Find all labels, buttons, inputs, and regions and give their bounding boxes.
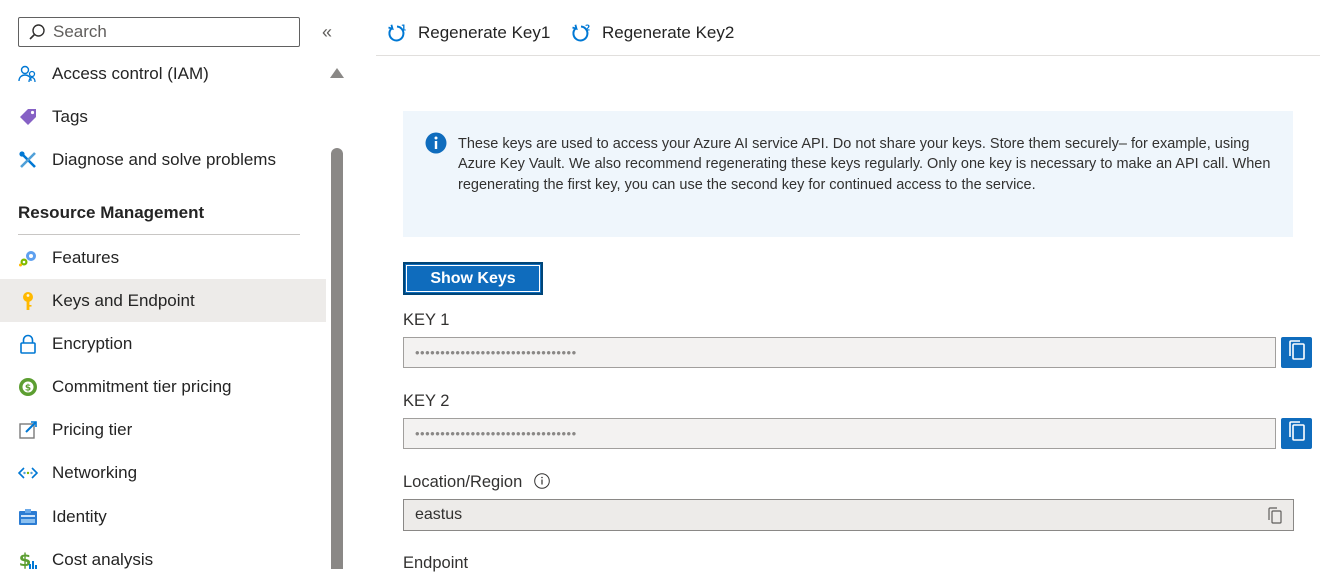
gears-icon [18, 248, 38, 268]
sidebar-item-label: Features [52, 247, 120, 267]
info-circle-icon[interactable] [534, 473, 551, 489]
sidebar-item-label: Identity [52, 506, 107, 526]
info-message-bar: These keys are used to access your Azure… [403, 111, 1293, 237]
copy-icon [1287, 339, 1307, 366]
wrench-icon [18, 150, 38, 170]
sidebar-item-label: Pricing tier [52, 419, 133, 439]
lock-icon [18, 334, 38, 354]
sidebar-item-identity[interactable]: Identity [0, 495, 326, 538]
sidebar-item-tags[interactable]: Tags [0, 95, 326, 138]
svg-text:2: 2 [585, 24, 590, 33]
key2-label: KEY 2 [403, 392, 450, 410]
id-badge-icon [18, 507, 38, 527]
search-box[interactable] [18, 17, 300, 47]
people-icon [18, 64, 38, 84]
svg-text:1: 1 [401, 24, 406, 33]
sidebar: « Access control (IAM) Tags Diagnose and… [0, 0, 350, 570]
command-bar: 1 Regenerate Key1 2 Regenerate Key2 [376, 0, 1320, 56]
copy-icon[interactable] [1267, 507, 1283, 524]
network-icon [18, 463, 38, 483]
info-message-text: These keys are used to access your Azure… [458, 136, 1271, 193]
key1-field[interactable]: •••••••••••••••••••••••••••••••• [403, 337, 1276, 368]
sidebar-item-encryption[interactable]: Encryption [0, 322, 326, 365]
refresh-2-icon: 2 [570, 22, 592, 44]
sidebar-item-networking[interactable]: Networking [0, 451, 326, 494]
scroll-up-arrow-icon[interactable] [330, 68, 344, 78]
regenerate-key1-label: Regenerate Key1 [418, 23, 551, 42]
regenerate-key2-button[interactable]: 2 Regenerate Key2 [570, 20, 734, 46]
sidebar-item-cost-analysis[interactable]: $ Cost analysis [0, 538, 326, 581]
info-icon [425, 132, 447, 154]
sidebar-item-label: Tags [52, 106, 88, 126]
sidebar-item-label: Encryption [52, 333, 133, 353]
main-content: 1 Regenerate Key1 2 Regenerate Key2 Thes… [376, 0, 1320, 572]
copy-key2-button[interactable] [1281, 418, 1312, 449]
section-header-resource-management: Resource Management [18, 203, 300, 235]
sidebar-item-commitment-tier-pricing[interactable]: $ Commitment tier pricing [0, 365, 326, 408]
sidebar-item-features[interactable]: Features [0, 236, 326, 279]
location-region-label: Location/Region [403, 473, 551, 492]
dollar-icon: $ [18, 550, 38, 570]
coin-icon: $ [18, 377, 38, 397]
copy-icon [1287, 420, 1307, 447]
location-region-field[interactable]: eastus [403, 499, 1294, 531]
copy-key1-button[interactable] [1281, 337, 1312, 368]
sidebar-item-label: Keys and Endpoint [52, 290, 195, 310]
regenerate-key2-label: Regenerate Key2 [602, 23, 735, 42]
sidebar-item-pricing-tier[interactable]: Pricing tier [0, 408, 326, 451]
regenerate-key1-button[interactable]: 1 Regenerate Key1 [386, 20, 550, 46]
sidebar-item-label: Cost analysis [52, 549, 154, 569]
location-region-label-text: Location/Region [403, 473, 523, 491]
tag-icon [18, 107, 38, 127]
search-input[interactable] [53, 22, 283, 42]
svg-text:$: $ [25, 383, 31, 393]
edit-square-icon [18, 420, 38, 440]
show-keys-button[interactable]: Show Keys [403, 262, 543, 295]
endpoint-label: Endpoint [403, 554, 469, 572]
key2-field[interactable]: •••••••••••••••••••••••••••••••• [403, 418, 1276, 449]
key1-label: KEY 1 [403, 311, 450, 329]
sidebar-item-keys-and-endpoint[interactable]: Keys and Endpoint [0, 279, 326, 322]
sidebar-item-label: Networking [52, 462, 138, 482]
sidebar-item-label: Access control (IAM) [52, 63, 209, 83]
refresh-1-icon: 1 [386, 22, 408, 44]
sidebar-item-label: Commitment tier pricing [52, 376, 232, 396]
key-icon [18, 291, 38, 311]
collapse-sidebar-button[interactable]: « [318, 22, 336, 42]
sidebar-item-label: Diagnose and solve problems [52, 149, 276, 169]
search-icon [27, 22, 47, 42]
scrollbar-thumb[interactable] [331, 148, 343, 569]
sidebar-item-access-control[interactable]: Access control (IAM) [0, 52, 326, 95]
location-region-value: eastus [415, 506, 463, 523]
sidebar-item-diagnose[interactable]: Diagnose and solve problems [0, 138, 326, 181]
